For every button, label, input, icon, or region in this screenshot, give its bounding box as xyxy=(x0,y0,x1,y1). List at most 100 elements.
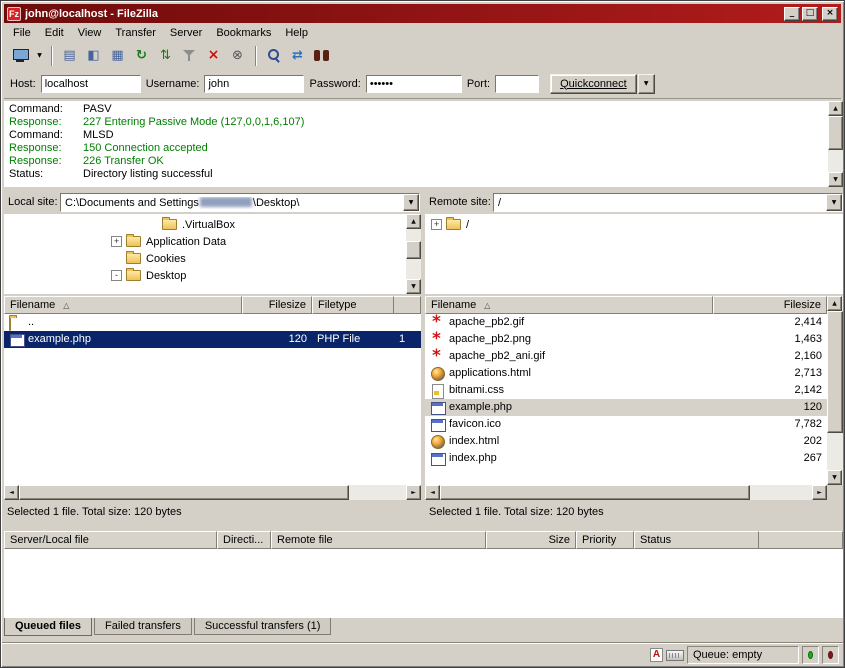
column-header-filename[interactable]: Filename△ xyxy=(425,296,713,314)
column-header-status[interactable]: Status xyxy=(634,531,759,549)
column-header-filesize[interactable]: Filesize xyxy=(242,296,312,314)
expander-icon[interactable]: + xyxy=(111,236,122,247)
scroll-up-button[interactable]: ▲ xyxy=(406,214,421,229)
menu-help[interactable]: Help xyxy=(278,25,315,41)
menu-view[interactable]: View xyxy=(71,25,109,41)
disconnect-button[interactable]: ⊗ xyxy=(226,45,249,67)
toggle-tree-views-button[interactable]: ◧ xyxy=(82,45,105,67)
local-site-combobox[interactable]: C:\Documents and Settings\Desktop\ ▼ xyxy=(60,193,420,212)
username-input[interactable] xyxy=(204,75,304,93)
scroll-track[interactable] xyxy=(827,311,843,470)
tree-item[interactable]: +/ xyxy=(425,216,843,233)
scroll-left-button[interactable]: ◄ xyxy=(4,485,19,500)
column-header-remote-file[interactable]: Remote file xyxy=(271,531,486,549)
scroll-up-button[interactable]: ▲ xyxy=(828,101,843,116)
tree-item[interactable]: .VirtualBox xyxy=(4,216,421,233)
log-scrollbar[interactable]: ▲ ▼ xyxy=(828,101,843,187)
find-files-button[interactable] xyxy=(310,45,333,67)
keyboard-icon[interactable] xyxy=(666,650,684,661)
combo-dropdown-button[interactable]: ▼ xyxy=(826,194,842,211)
site-manager-dropdown-button[interactable]: ▼ xyxy=(33,45,46,67)
remote-site-combobox[interactable]: / ▼ xyxy=(493,193,843,212)
file-row[interactable]: apache_pb2.png1,463 xyxy=(425,331,827,348)
menu-server[interactable]: Server xyxy=(163,25,209,41)
menu-bookmarks[interactable]: Bookmarks xyxy=(209,25,278,41)
expander-icon[interactable]: + xyxy=(431,219,442,230)
log-label: Command: xyxy=(9,103,83,116)
host-input[interactable] xyxy=(41,75,141,93)
file-row[interactable]: favicon.ico7,782 xyxy=(425,416,827,433)
scroll-track[interactable] xyxy=(828,116,843,172)
column-header-priority[interactable]: Priority xyxy=(576,531,634,549)
scroll-right-button[interactable]: ► xyxy=(812,485,827,500)
quickconnect-dropdown-button[interactable]: ▼ xyxy=(638,74,655,94)
directory-comparison-button[interactable] xyxy=(262,45,285,67)
local-tree-scrollbar[interactable]: ▲ ▼ xyxy=(406,214,421,294)
port-input[interactable] xyxy=(495,75,539,93)
close-button[interactable]: × xyxy=(822,7,838,21)
tree-item[interactable]: +Application Data xyxy=(4,233,421,250)
file-row[interactable]: apache_pb2.gif2,414 xyxy=(425,314,827,331)
scroll-down-button[interactable]: ▼ xyxy=(406,279,421,294)
column-header-server-local-file[interactable]: Server/Local file xyxy=(4,531,217,549)
menu-edit[interactable]: Edit xyxy=(38,25,71,41)
combo-dropdown-button[interactable]: ▼ xyxy=(403,194,419,211)
column-header-size[interactable]: Size xyxy=(486,531,576,549)
scroll-thumb[interactable] xyxy=(19,485,349,500)
maximize-button[interactable]: □ xyxy=(802,7,818,21)
file-row[interactable]: bitnami.css2,142 xyxy=(425,382,827,399)
scroll-thumb[interactable] xyxy=(406,241,421,259)
scroll-left-button[interactable]: ◄ xyxy=(425,485,440,500)
toggle-log-button[interactable]: ▤ xyxy=(58,45,81,67)
scroll-right-button[interactable]: ► xyxy=(406,485,421,500)
minimize-button[interactable]: _ xyxy=(784,7,800,21)
tree-item[interactable]: Cookies xyxy=(4,250,421,267)
scroll-thumb[interactable] xyxy=(827,311,843,433)
column-header-clipped[interactable] xyxy=(394,296,421,314)
tree-item-label: Cookies xyxy=(146,253,186,265)
transfer-type-icon[interactable]: A xyxy=(650,648,663,662)
tree-item[interactable]: -Desktop xyxy=(4,267,421,284)
scroll-track[interactable] xyxy=(406,229,421,279)
parent-dir-row[interactable]: .. xyxy=(4,314,421,331)
scroll-thumb[interactable] xyxy=(828,116,843,150)
scroll-down-button[interactable]: ▼ xyxy=(827,470,842,485)
file-row[interactable]: apache_pb2_ani.gif2,160 xyxy=(425,348,827,365)
column-header-filetype[interactable]: Filetype xyxy=(312,296,394,314)
log-text: 150 Connection accepted xyxy=(83,142,208,154)
cancel-button[interactable]: × xyxy=(202,45,225,67)
process-queue-button[interactable]: ⇅ xyxy=(154,45,177,67)
scroll-thumb[interactable] xyxy=(440,485,750,500)
file-row[interactable]: index.php267 xyxy=(425,450,827,467)
password-input[interactable] xyxy=(366,75,462,93)
file-row[interactable]: applications.html2,713 xyxy=(425,365,827,382)
file-row-selected[interactable]: example.php 120 PHP File 1 xyxy=(4,331,421,348)
quickconnect-button[interactable]: Quickconnect xyxy=(550,74,637,94)
scroll-down-button[interactable]: ▼ xyxy=(828,172,843,187)
tab-queued-files[interactable]: Queued files xyxy=(4,618,92,636)
file-row-selected[interactable]: example.php120 xyxy=(425,399,827,416)
expander-icon[interactable]: - xyxy=(111,270,122,281)
menu-file[interactable]: File xyxy=(6,25,38,41)
scroll-track[interactable] xyxy=(440,485,812,500)
menu-transfer[interactable]: Transfer xyxy=(108,25,163,41)
local-list-hscrollbar[interactable]: ◄ ► xyxy=(4,485,421,500)
tab-successful-transfers[interactable]: Successful transfers (1) xyxy=(194,618,332,635)
scroll-up-button[interactable]: ▲ xyxy=(827,296,842,311)
image-file-icon xyxy=(430,333,446,347)
remote-list-hscrollbar[interactable]: ◄ ► xyxy=(425,485,827,500)
column-header-filename[interactable]: Filename△ xyxy=(4,296,242,314)
filter-button[interactable] xyxy=(178,45,201,67)
remote-list-vscrollbar[interactable]: ▲ ▼ xyxy=(827,296,843,485)
tab-failed-transfers[interactable]: Failed transfers xyxy=(94,618,192,635)
column-header-direction[interactable]: Directi... xyxy=(217,531,271,549)
toggle-queue-button[interactable]: ▦ xyxy=(106,45,129,67)
scroll-track[interactable] xyxy=(19,485,406,500)
refresh-button[interactable]: ↻ xyxy=(130,45,153,67)
queue-list[interactable] xyxy=(4,549,843,618)
site-manager-button[interactable] xyxy=(9,45,32,67)
file-row[interactable]: index.html202 xyxy=(425,433,827,450)
synchronized-browsing-button[interactable]: ⇄ xyxy=(286,45,309,67)
column-header-filesize[interactable]: Filesize xyxy=(713,296,827,314)
titlebar[interactable]: Fz john@localhost - FileZilla _ □ × xyxy=(4,4,841,23)
